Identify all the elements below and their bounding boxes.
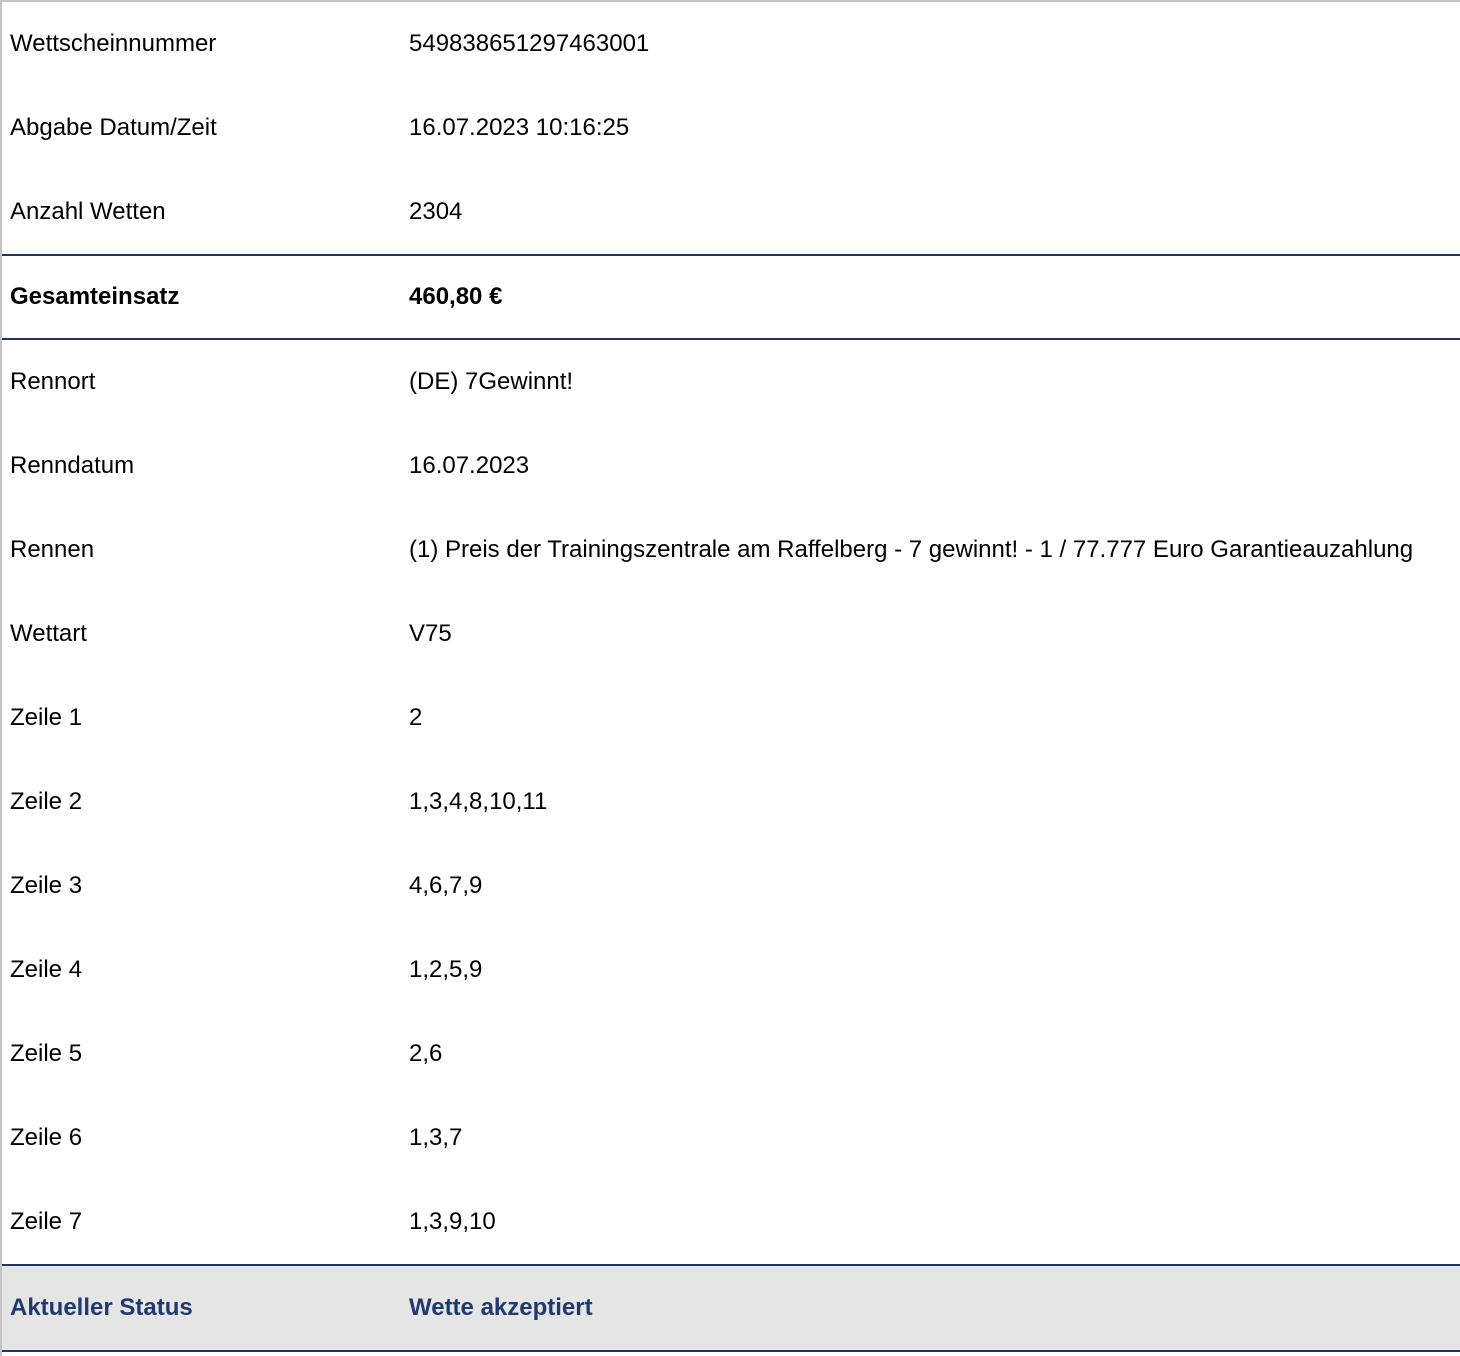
line-4-value: 1,2,5,9 xyxy=(409,956,483,983)
ticket-number-label: Wettscheinnummer xyxy=(10,30,217,57)
bet-type-label: Wettart xyxy=(10,620,87,647)
ticket-number-row: Wettscheinnummer 549838651297463001 xyxy=(2,2,1460,86)
line-6-label: Zeile 6 xyxy=(10,1124,83,1151)
bet-count-value: 2304 xyxy=(409,198,463,225)
total-stake-value: 460,80 € xyxy=(409,283,503,310)
total-stake-label: Gesamteinsatz xyxy=(10,283,180,310)
line-3-value: 4,6,7,9 xyxy=(409,872,483,899)
race-date-row: Renndatum 16.07.2023 xyxy=(2,424,1460,508)
current-status-label: Aktueller Status xyxy=(10,1294,193,1321)
race-name-row: Rennen (1) Preis der Trainingszentrale a… xyxy=(2,508,1460,592)
race-date-value: 16.07.2023 xyxy=(409,452,530,479)
line-2-row: Zeile 2 1,3,4,8,10,11 xyxy=(2,760,1460,844)
bet-ticket-table: Wettscheinnummer 549838651297463001 Abga… xyxy=(0,0,1460,1356)
ticket-number-value: 549838651297463001 xyxy=(409,30,650,57)
line-4-label: Zeile 4 xyxy=(10,956,83,983)
line-1-value: 2 xyxy=(409,704,423,731)
line-6-value: 1,3,7 xyxy=(409,1124,463,1151)
bet-count-label: Anzahl Wetten xyxy=(10,198,166,225)
line-5-value: 2,6 xyxy=(409,1040,443,1067)
line-3-label: Zeile 3 xyxy=(10,872,83,899)
race-venue-label: Rennort xyxy=(10,368,96,395)
line-1-label: Zeile 1 xyxy=(10,704,83,731)
line-3-row: Zeile 3 4,6,7,9 xyxy=(2,844,1460,928)
line-7-row: Zeile 7 1,3,9,10 xyxy=(2,1180,1460,1264)
line-5-label: Zeile 5 xyxy=(10,1040,83,1067)
current-status-value: Wette akzeptiert xyxy=(409,1294,593,1321)
race-venue-row: Rennort (DE) 7Gewinnt! xyxy=(2,340,1460,424)
bet-type-row: Wettart V75 xyxy=(2,592,1460,676)
race-venue-value: (DE) 7Gewinnt! xyxy=(409,368,574,395)
line-6-row: Zeile 6 1,3,7 xyxy=(2,1096,1460,1180)
race-name-label: Rennen xyxy=(10,536,95,563)
line-5-row: Zeile 5 2,6 xyxy=(2,1012,1460,1096)
submission-datetime-row: Abgabe Datum/Zeit 16.07.2023 10:16:25 xyxy=(2,86,1460,170)
submission-datetime-value: 16.07.2023 10:16:25 xyxy=(409,114,630,141)
race-name-value: (1) Preis der Trainingszentrale am Raffe… xyxy=(409,536,1414,563)
bet-type-value: V75 xyxy=(409,620,452,647)
line-2-value: 1,3,4,8,10,11 xyxy=(409,788,548,815)
current-status-row: Aktueller Status Wette akzeptiert xyxy=(2,1264,1460,1352)
line-7-label: Zeile 7 xyxy=(10,1208,83,1235)
line-2-label: Zeile 2 xyxy=(10,788,83,815)
line-1-row: Zeile 1 2 xyxy=(2,676,1460,760)
race-date-label: Renndatum xyxy=(10,452,135,479)
line-4-row: Zeile 4 1,2,5,9 xyxy=(2,928,1460,1012)
bet-count-row: Anzahl Wetten 2304 xyxy=(2,170,1460,254)
total-stake-row: Gesamteinsatz 460,80 € xyxy=(2,254,1460,340)
line-7-value: 1,3,9,10 xyxy=(409,1208,496,1235)
submission-datetime-label: Abgabe Datum/Zeit xyxy=(10,114,217,141)
